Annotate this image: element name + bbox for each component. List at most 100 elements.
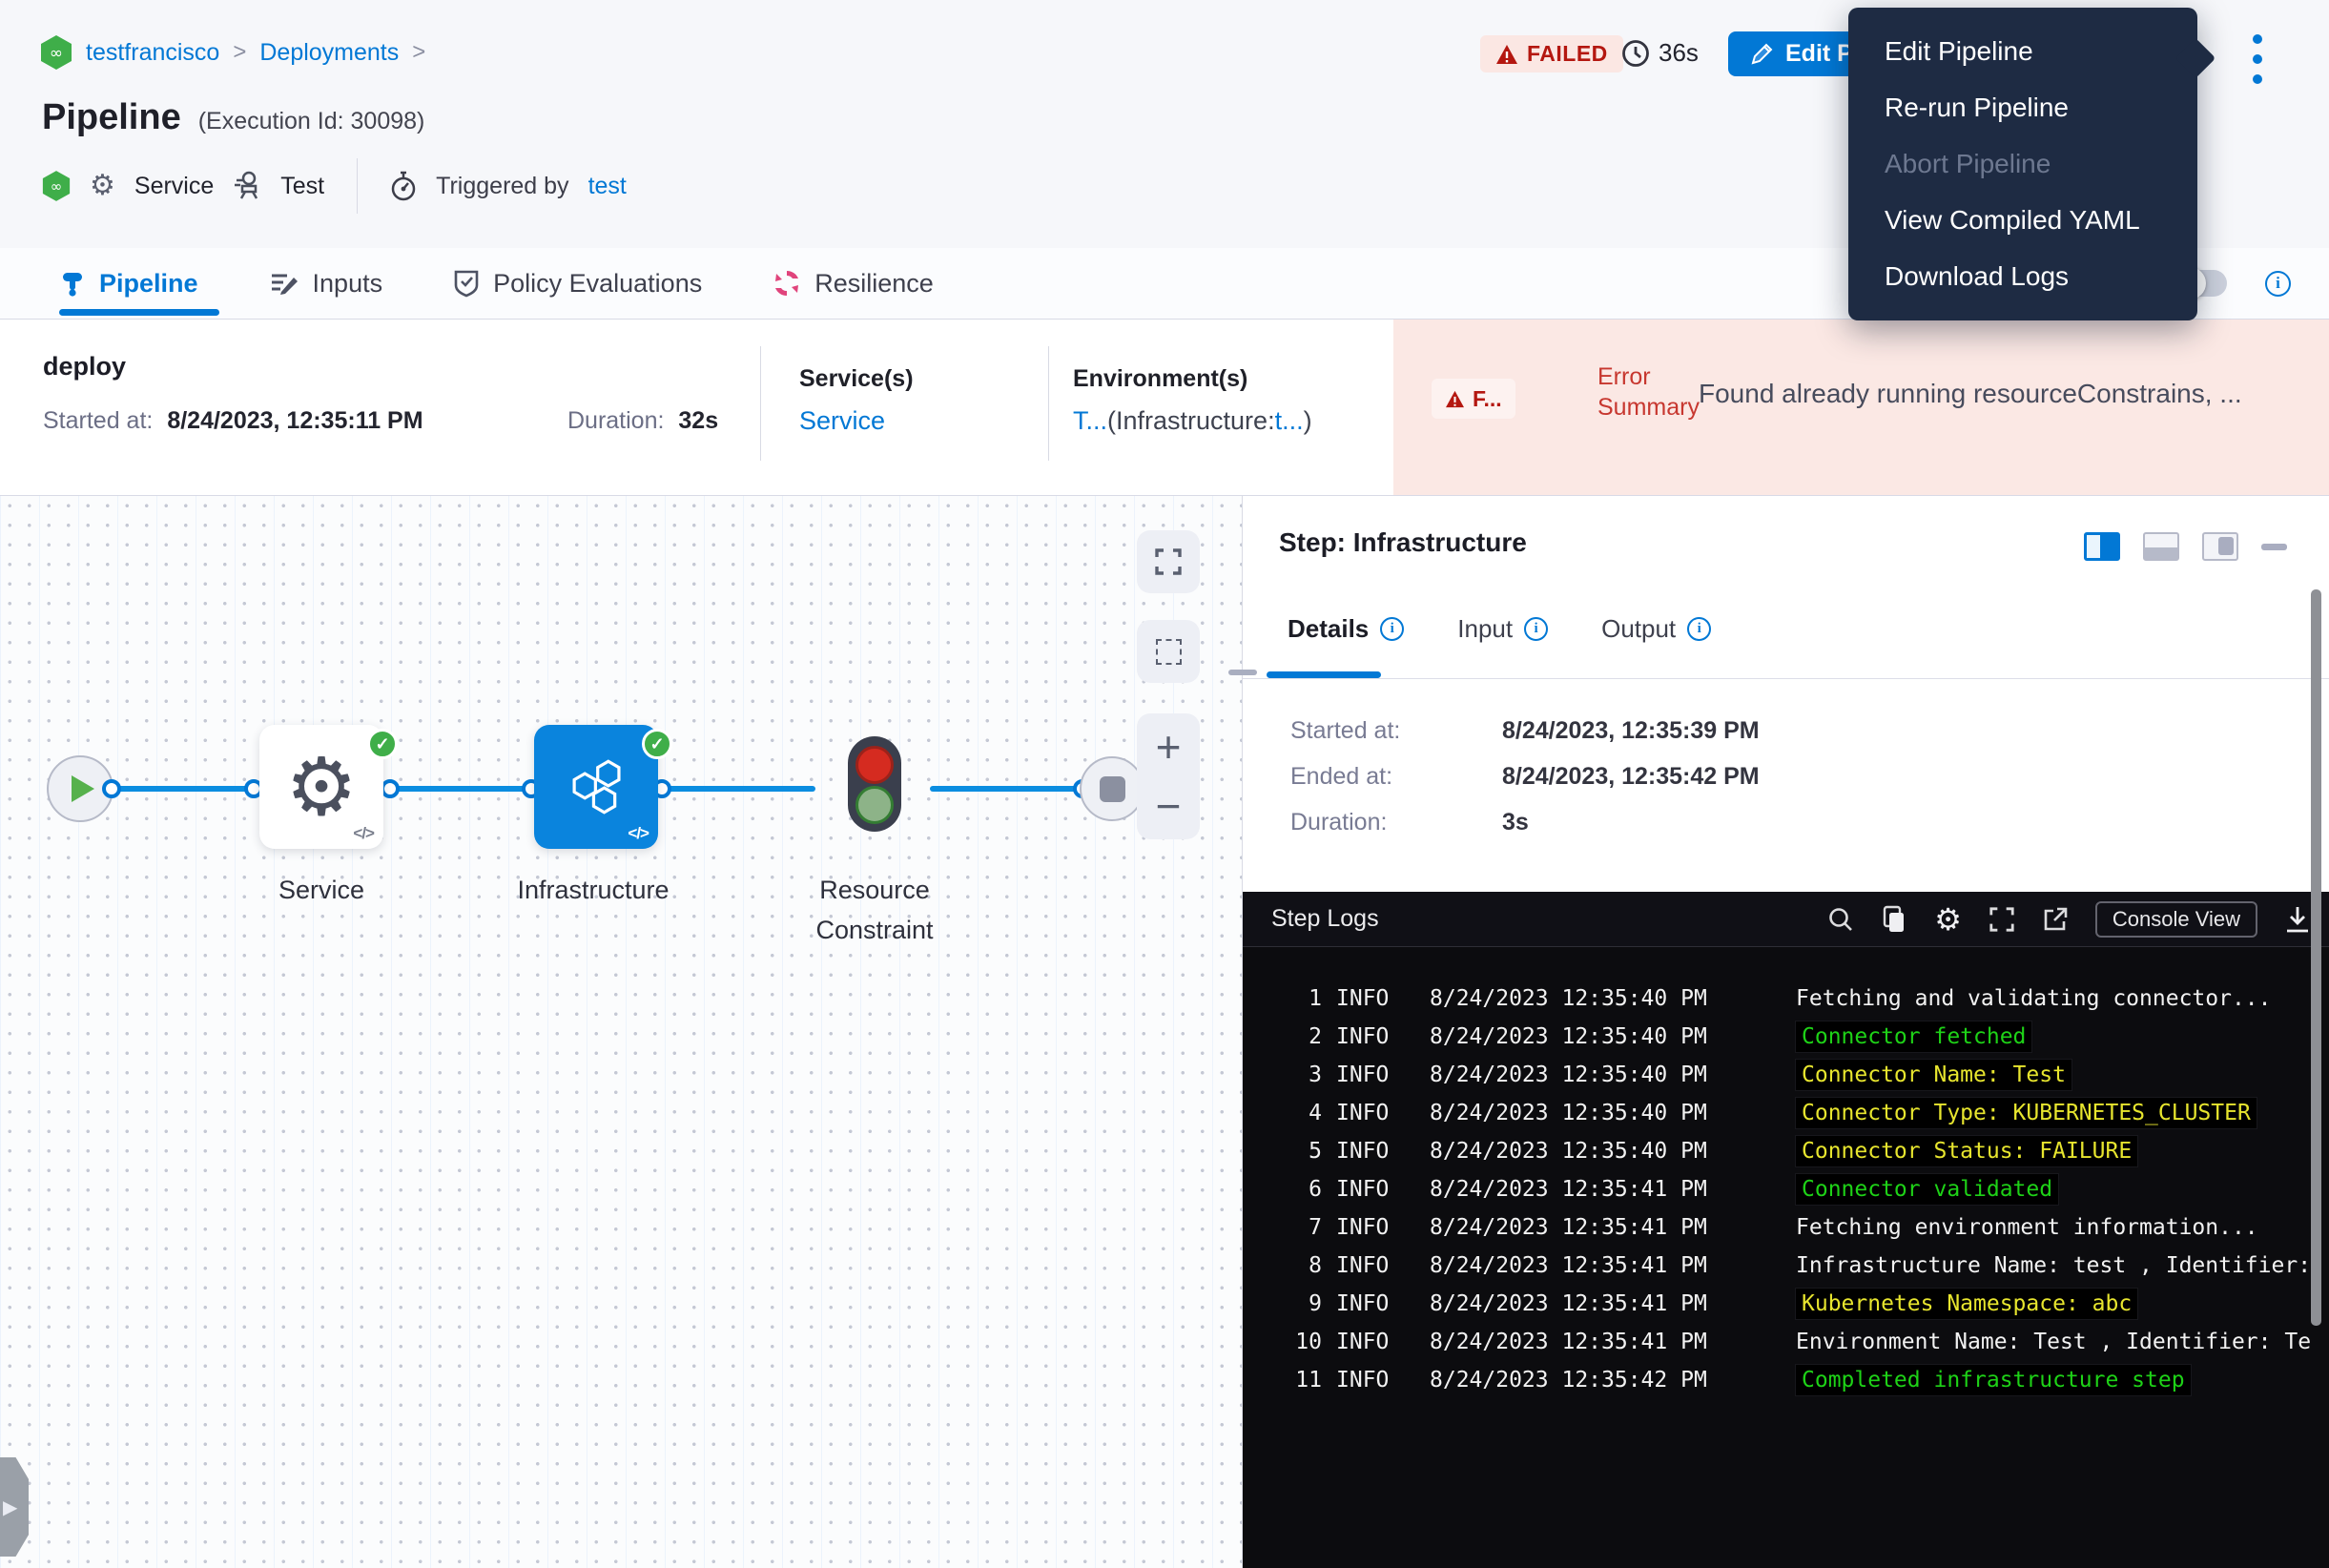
test-tag[interactable]: Test [280,173,324,200]
menu-item-rerun-pipeline[interactable]: Re-run Pipeline [1848,79,2197,135]
log-level: INFO [1336,1063,1389,1087]
log-timestamp: 8/24/2023 12:35:41 PM [1430,1215,1707,1240]
status-text: FAILED [1527,41,1608,67]
breadcrumb-separator: > [412,39,425,66]
info-icon[interactable]: i [2265,271,2291,297]
environment-infra-text: (Infrastructure: [1107,406,1275,435]
log-message: Connector validated [1796,1174,2058,1205]
step-tab-output[interactable]: Output i [1601,614,1711,644]
log-settings-gear-icon[interactable]: ⚙ [1934,904,1962,935]
expand-panel-handle[interactable]: ▶ [0,1457,29,1557]
step-tab-input[interactable]: Input i [1457,614,1548,644]
copy-logs-icon[interactable] [1881,905,1907,934]
code-icon: </> [353,824,374,843]
menu-item-download-logs[interactable]: Download Logs [1848,248,2197,304]
floating-panel-icon[interactable] [2202,532,2238,561]
pipeline-graph-canvas[interactable]: ⚙ </> ✓ Service </> ✓ Infrastructure Res… [0,496,1242,1568]
breadcrumb: ∞ testfrancisco > Deployments > [40,34,425,71]
log-rows[interactable]: 1INFO8/24/2023 12:35:40 PMFetching and v… [1243,980,2329,1399]
menu-item-edit-pipeline[interactable]: Edit Pipeline [1848,23,2197,79]
breadcrumb-deployments-link[interactable]: Deployments [259,39,399,67]
menu-item-view-compiled-yaml[interactable]: View Compiled YAML [1848,192,2197,248]
info-icon[interactable]: i [1524,617,1548,641]
meta-divider [357,158,358,214]
node-infrastructure[interactable]: </> [534,725,658,849]
canvas-fullscreen-button[interactable] [1137,530,1200,593]
service-tag[interactable]: Service [134,173,214,200]
services-block: Service(s) Service [799,365,914,436]
vertical-split-icon[interactable] [2084,532,2120,561]
info-icon[interactable]: i [1687,617,1711,641]
error-summary-text[interactable]: Found already running resourceConstrains… [1699,379,2271,409]
started-at-value: 8/24/2023, 12:35:11 PM [167,407,423,434]
node-service[interactable]: ⚙ </> [259,725,383,849]
environment-link[interactable]: T... [1073,406,1107,435]
service-link[interactable]: Service [799,406,914,436]
canvas-select-button[interactable] [1137,620,1200,683]
log-line-number: 3 [1271,1063,1322,1087]
step-tabs: Details i Input i Output i [1288,614,1711,644]
panel-scrollbar[interactable] [2311,589,2321,1326]
logs-fullscreen-icon[interactable] [1989,906,2015,933]
horizontal-split-icon[interactable] [2143,532,2179,561]
log-message: Environment Name: Test , Identifier: Te [1796,1330,2311,1354]
step-tab-details[interactable]: Details i [1288,614,1404,644]
more-options-kebab-icon[interactable] [2243,34,2272,84]
svg-text:∞: ∞ [50,44,63,63]
environments-label: Environment(s) [1073,365,1312,393]
edge-service-infrastructure [390,786,531,792]
warning-triangle-icon [1495,44,1518,65]
step-details-panel: Step: Infrastructure Details i Input i O… [1242,496,2329,1568]
open-logs-external-icon[interactable] [2042,906,2069,933]
inputs-icon [269,269,299,298]
stage-divider [1048,346,1049,461]
error-status-chip: F... [1432,379,1515,419]
triggered-by-user-link[interactable]: test [588,173,627,200]
propagate-service-icon [233,171,261,201]
stage-divider [760,346,761,461]
download-logs-icon[interactable] [2284,905,2311,934]
infrastructure-link[interactable]: t... [1275,406,1304,435]
step-tab-details-label: Details [1288,614,1369,644]
panel-layout-controls [2084,532,2287,561]
resilience-icon [773,269,801,298]
node-resource-constraint[interactable] [848,736,901,832]
tab-pipeline-label: Pipeline [99,269,198,299]
log-level: INFO [1336,1330,1389,1354]
node-label-resource-constraint: Resource Constraint [760,870,989,950]
stage-name[interactable]: deploy [43,352,126,382]
elapsed-text: 36s [1659,38,1699,68]
step-logs-header: Step Logs ⚙ Console View [1243,892,2329,947]
log-row: 7INFO8/24/2023 12:35:41 PMFetching envir… [1243,1208,2329,1247]
log-line-number: 5 [1271,1139,1322,1164]
end-node[interactable] [1080,756,1144,821]
log-timestamp: 8/24/2023 12:35:41 PM [1430,1253,1707,1278]
search-logs-icon[interactable] [1827,906,1854,933]
tab-resilience[interactable]: Resilience [773,269,934,299]
log-line-number: 7 [1271,1215,1322,1240]
chevron-right-icon: ▶ [3,1496,17,1519]
tab-inputs[interactable]: Inputs [269,269,383,299]
log-line-number: 10 [1271,1330,1322,1354]
breadcrumb-project-link[interactable]: testfrancisco [86,39,219,67]
console-view-button[interactable]: Console View [2095,901,2257,938]
info-icon[interactable]: i [1380,617,1404,641]
minimize-panel-icon[interactable] [2261,544,2287,550]
zoom-in-button[interactable]: + [1156,720,1182,774]
edge-rc-end [930,786,1082,792]
log-timestamp: 8/24/2023 12:35:41 PM [1430,1330,1707,1354]
tab-resilience-label: Resilience [814,269,934,299]
log-level: INFO [1336,986,1389,1011]
detail-ended-value: 8/24/2023, 12:35:42 PM [1502,763,1760,791]
stage-summary-bar: deploy Started at: 8/24/2023, 12:35:11 P… [0,320,2329,496]
status-badge: FAILED [1480,35,1623,72]
log-row: 4INFO8/24/2023 12:35:40 PMConnector Type… [1243,1094,2329,1132]
tab-pipeline[interactable]: Pipeline [59,269,198,299]
canvas-zoom-controls: + − [1137,713,1200,839]
pipeline-options-menu: Edit Pipeline Re-run Pipeline Abort Pipe… [1848,8,2197,320]
log-row: 6INFO8/24/2023 12:35:41 PMConnector vali… [1243,1170,2329,1208]
zoom-out-button[interactable]: − [1156,779,1182,833]
panel-resize-handle[interactable] [1228,670,1257,675]
tab-policy-evaluations[interactable]: Policy Evaluations [453,268,702,299]
log-level: INFO [1336,1215,1389,1240]
